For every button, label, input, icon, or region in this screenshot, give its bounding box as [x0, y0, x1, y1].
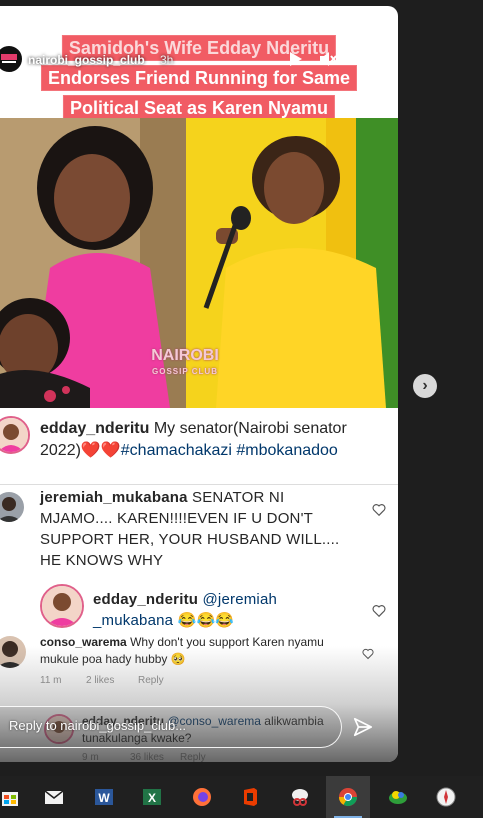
story-header: nairobi_gossip_club 3h: [0, 44, 398, 74]
taskbar-office[interactable]: [228, 776, 272, 818]
chevron-right-icon: ›: [422, 377, 428, 394]
snipping-tool-icon: [292, 789, 308, 806]
office-icon: [244, 788, 257, 806]
comment-2-text: edday_nderitu @jeremiah _mukabana 😂😂😂: [93, 589, 353, 631]
like-heart-icon[interactable]: [372, 604, 386, 618]
watermark: NAIROBI GOSSIP CLUB: [140, 348, 230, 380]
caption-avatar[interactable]: [0, 416, 30, 454]
send-icon[interactable]: [352, 716, 374, 738]
taskbar-chrome[interactable]: [326, 776, 370, 818]
taskbar-app-red[interactable]: [424, 776, 468, 818]
comment-3-reply[interactable]: Reply: [138, 675, 164, 686]
comment-avatar[interactable]: [40, 584, 84, 628]
compass-app-icon: [436, 787, 456, 807]
comment-4-time: 9 m: [82, 752, 99, 762]
excel-icon: X: [143, 789, 161, 805]
comment-1-text: jeremiah_mukabana SENATOR NI MJAMO.... K…: [40, 487, 350, 571]
windows-taskbar: W X: [0, 776, 483, 818]
comment-3-username[interactable]: conso_warema: [40, 635, 127, 649]
caption-text: edday_nderitu My senator(Nairobi senator…: [40, 418, 385, 462]
taskbar-snipping-tool[interactable]: [278, 776, 322, 818]
comment-avatar[interactable]: [0, 636, 26, 668]
next-story-button[interactable]: ›: [413, 374, 437, 398]
play-icon[interactable]: [285, 49, 305, 69]
hashtag-chamachakazi[interactable]: #chamachakazi: [121, 442, 232, 459]
more-options-icon[interactable]: [352, 49, 372, 69]
reply-input[interactable]: Reply to nairobi_gossip_club...: [0, 706, 342, 748]
comment-2-username[interactable]: edday_nderitu: [93, 591, 198, 608]
story-photo: NAIROBI GOSSIP CLUB: [0, 118, 398, 408]
watermark-main: NAIROBI: [151, 347, 219, 364]
caption-hearts: ❤️❤️: [80, 442, 121, 459]
taskbar-firefox[interactable]: [180, 776, 224, 818]
comment-3-text: conso_warema Why don't you support Karen…: [40, 634, 340, 668]
chrome-icon: [339, 788, 357, 807]
caption-username[interactable]: edday_nderitu: [40, 420, 149, 437]
taskbar-mail[interactable]: [32, 776, 76, 818]
club-logo-icon: [0, 47, 21, 71]
taskbar-store[interactable]: [0, 776, 32, 818]
story-progress-bar: [0, 14, 380, 16]
hashtag-mbokanadoo[interactable]: #mbokanadoo: [236, 442, 337, 459]
watermark-sub: GOSSIP CLUB: [152, 367, 218, 376]
reply-placeholder: Reply to nairobi_gossip_club...: [9, 718, 187, 733]
account-avatar[interactable]: [0, 44, 24, 74]
taskbar-word[interactable]: W: [82, 776, 126, 818]
mute-icon[interactable]: [318, 49, 338, 69]
taskbar-excel[interactable]: X: [130, 776, 174, 818]
like-heart-icon[interactable]: [362, 647, 376, 661]
taskbar-app-green[interactable]: [376, 776, 420, 818]
account-name[interactable]: nairobi_gossip_club: [28, 53, 145, 67]
svg-text:X: X: [148, 791, 156, 805]
mail-icon: [44, 790, 64, 804]
comment-4-reply[interactable]: Reply: [180, 752, 206, 762]
comment-4-likes[interactable]: 36 likes: [130, 752, 164, 762]
svg-text:W: W: [98, 791, 110, 805]
comment-avatar[interactable]: [0, 492, 24, 522]
word-icon: W: [95, 789, 113, 805]
story-time: 3h: [160, 53, 174, 67]
firefox-icon: [193, 788, 211, 806]
story-viewer: Samidoh's Wife Edday Nderitu Endorses Fr…: [0, 6, 398, 762]
globe-app-icon: [389, 791, 407, 804]
comment-1-username[interactable]: jeremiah_mukabana: [40, 489, 188, 506]
headline-line-3: Political Seat as Karen Nyamu: [63, 96, 335, 120]
comment-3-emoji: 🥺: [170, 652, 186, 666]
post-caption: edday_nderitu My senator(Nairobi senator…: [0, 408, 398, 485]
comment-3-time: 11 m: [40, 675, 62, 686]
comment-2-emoji: 😂😂😂: [177, 612, 235, 629]
like-heart-icon[interactable]: [372, 503, 386, 517]
store-icon: [2, 792, 18, 806]
comment-3-likes[interactable]: 2 likes: [86, 675, 114, 686]
